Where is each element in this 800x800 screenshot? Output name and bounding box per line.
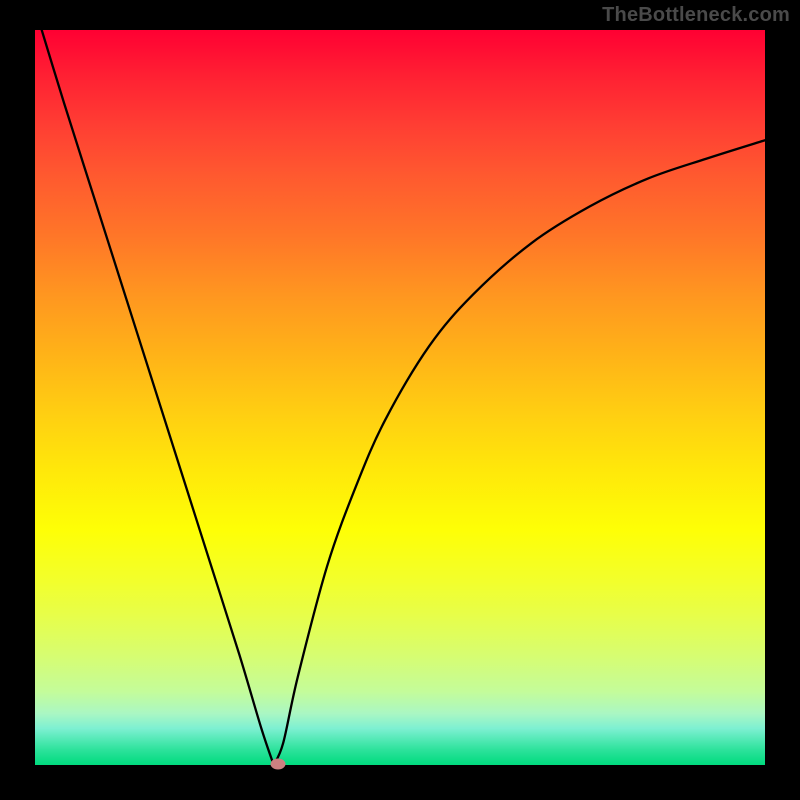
chart-frame: TheBottleneck.com	[0, 0, 800, 800]
plot-area	[35, 30, 765, 765]
optimum-marker	[271, 758, 286, 769]
watermark-text: TheBottleneck.com	[602, 4, 790, 27]
bottleneck-curve	[35, 30, 765, 765]
